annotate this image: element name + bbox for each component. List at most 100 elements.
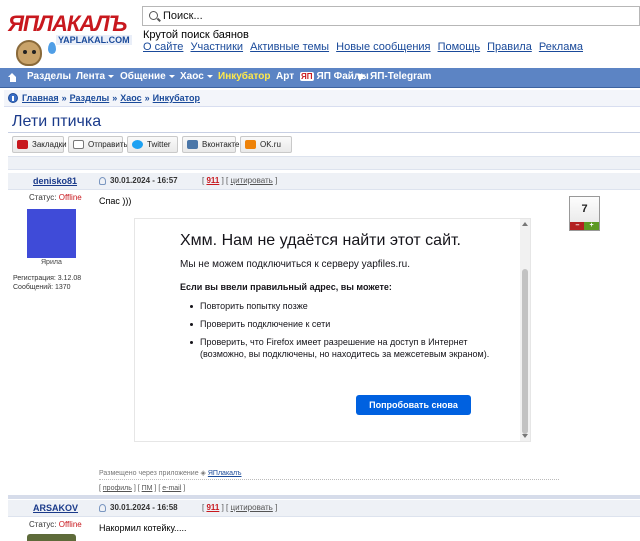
user-meta: Регистрация: 3.12.08 Сообщений: 1370 [13, 274, 81, 292]
pm-link[interactable]: ПМ [142, 485, 153, 492]
try-again-button[interactable]: Попробовать снова [356, 395, 471, 415]
telegram-icon [356, 70, 368, 82]
post-divider [99, 479, 559, 480]
quote-link[interactable]: цитировать [230, 176, 272, 185]
vk-icon [187, 140, 198, 149]
user-message-count: Сообщений: 1370 [13, 284, 71, 291]
user-status: Статус: Offline [29, 520, 82, 529]
post-body-text: Спас ))) [99, 196, 132, 206]
scroll-thumb[interactable] [522, 269, 528, 434]
avatar[interactable] [27, 209, 76, 258]
post-author-link[interactable]: denisko81 [33, 176, 77, 186]
logo-text: ЯПЛАКАЛЪ [8, 11, 127, 36]
twitter-icon [132, 140, 143, 149]
scroll-down-icon[interactable] [522, 434, 528, 438]
breadcrumb: Главная» Разделы» Хаос» Инкубатор [4, 90, 640, 107]
share-bookmarks-button[interactable]: Закладки [12, 136, 67, 153]
vote-up-button[interactable]: + [584, 222, 599, 230]
breadcrumb-items: Главная» Разделы» Хаос» Инкубатор [22, 93, 200, 103]
search-icon [149, 11, 158, 20]
nav-item-telegram[interactable]: ЯП-Telegram [356, 70, 431, 82]
share-twitter-button[interactable]: Twitter [127, 136, 178, 153]
nav-item-incubator[interactable]: Инкубатор [218, 71, 271, 82]
embedded-video-frame: Хмм. Нам не удаётся найти этот сайт. Мы … [135, 219, 530, 441]
error-suggestions: Повторить попытку позже Проверить подклю… [190, 300, 490, 366]
top-links: О сайте Участники Активные темы Новые со… [143, 41, 587, 53]
post-number-link[interactable]: 911 [206, 503, 219, 512]
list-item: Проверить подключение к сети [190, 318, 490, 330]
post-header: denisko81 30.01.2024 - 16:57 [ 911 ] [ ц… [8, 173, 640, 190]
user-status: Статус: Offline [29, 193, 82, 202]
post-header: ARSAKOV 30.01.2024 - 16:58 [ 911 ] [ цит… [8, 500, 640, 517]
nav-item-community[interactable]: Общение [120, 71, 175, 82]
breadcrumb-home[interactable]: Главная [22, 93, 59, 103]
share-ok-button[interactable]: OK.ru [240, 136, 292, 153]
nav-item-sections[interactable]: Разделы [27, 71, 71, 82]
share-vk-button[interactable]: Вконтакте [182, 136, 239, 153]
logo-mascot-icon [16, 40, 42, 66]
breadcrumb-chaos[interactable]: Хаос [120, 93, 141, 103]
nav-item-chaos[interactable]: Хаос [180, 71, 213, 82]
user-registration: Регистрация: 3.12.08 [13, 275, 82, 282]
posted-via: Размещено через приложение ◈ ЯПлакалъ [99, 470, 242, 477]
yap-bookmark-icon [17, 140, 28, 149]
search-box [142, 6, 640, 26]
breadcrumb-sections[interactable]: Разделы [70, 93, 110, 103]
yap-badge-icon: ЯП [300, 72, 314, 81]
home-icon[interactable] [8, 73, 17, 82]
site-logo[interactable]: ЯПЛАКАЛЪ YAPLAKAL.COM [0, 0, 140, 68]
post-author-link[interactable]: ARSAKOV [33, 503, 78, 513]
post-body-text: Накормил котейку..... [99, 523, 187, 533]
link-active-topics[interactable]: Активные темы [250, 41, 329, 53]
share-send-button[interactable]: Отправить [68, 136, 128, 153]
rating-widget: 7 – + [569, 196, 600, 231]
quote-link[interactable]: цитировать [230, 503, 272, 512]
list-item: Повторить попытку позже [190, 300, 490, 312]
vote-down-button[interactable]: – [570, 222, 585, 230]
avatar[interactable] [27, 534, 76, 541]
email-link[interactable]: e-mail [162, 485, 181, 492]
ok-icon [245, 140, 256, 149]
logo-subtitle: YAPLAKAL.COM [56, 35, 132, 45]
chevron-down-icon [108, 74, 115, 78]
error-subtitle: Мы не можем подключиться к серверу yapfi… [180, 259, 410, 270]
topic-bar [8, 156, 640, 170]
search-input[interactable] [163, 9, 633, 23]
breadcrumb-arrow-icon [8, 93, 18, 103]
post-anchor-icon[interactable] [99, 504, 106, 512]
post-date: 30.01.2024 - 16:57 [110, 176, 178, 185]
tagline: Крутой поиск баянов [143, 29, 249, 41]
post-date: 30.01.2024 - 16:58 [110, 503, 178, 512]
chevron-down-icon [168, 74, 175, 78]
site-header: ЯПЛАКАЛЪ YAPLAKAL.COM Крутой поиск баяно… [0, 0, 640, 68]
nav-item-feed[interactable]: Лента [76, 71, 115, 82]
rating-value: 7 [581, 203, 588, 215]
post-number-link[interactable]: 911 [206, 176, 219, 185]
mail-icon [73, 140, 84, 149]
link-members[interactable]: Участники [190, 41, 243, 53]
frame-scrollbar[interactable] [520, 219, 530, 441]
scroll-up-icon[interactable] [522, 222, 528, 226]
link-help[interactable]: Помощь [438, 41, 481, 53]
topic-title: Лети птичка [12, 113, 102, 130]
main-navbar: Разделы Лента Общение Хаос Инкубатор Арт… [0, 68, 640, 88]
link-ads[interactable]: Реклама [539, 41, 583, 53]
title-divider [8, 132, 640, 133]
error-lead: Если вы ввели правильный адрес, вы может… [180, 282, 392, 292]
post-anchor-icon[interactable] [99, 177, 106, 185]
link-about[interactable]: О сайте [143, 41, 183, 53]
post-actions: [ 911 ] [ цитировать ] [202, 503, 278, 512]
post-footer: [ профиль ] [ ПМ ] [ e-mail ] [99, 485, 186, 492]
link-rules[interactable]: Правила [487, 41, 532, 53]
error-title: Хмм. Нам не удаётся найти этот сайт. [180, 232, 461, 249]
post-actions: [ 911 ] [ цитировать ] [202, 176, 278, 185]
post-separator [8, 495, 640, 499]
nav-item-art[interactable]: Арт [276, 71, 294, 82]
breadcrumb-incubator[interactable]: Инкубатор [153, 93, 200, 103]
list-item: Проверить, что Firefox имеет разрешение … [190, 336, 490, 360]
link-new-messages[interactable]: Новые сообщения [336, 41, 430, 53]
chevron-down-icon [206, 74, 213, 78]
avatar-caption: Ярила [41, 259, 62, 266]
via-app-link[interactable]: ЯПлакалъ [208, 470, 242, 477]
profile-link[interactable]: профиль [103, 485, 132, 492]
